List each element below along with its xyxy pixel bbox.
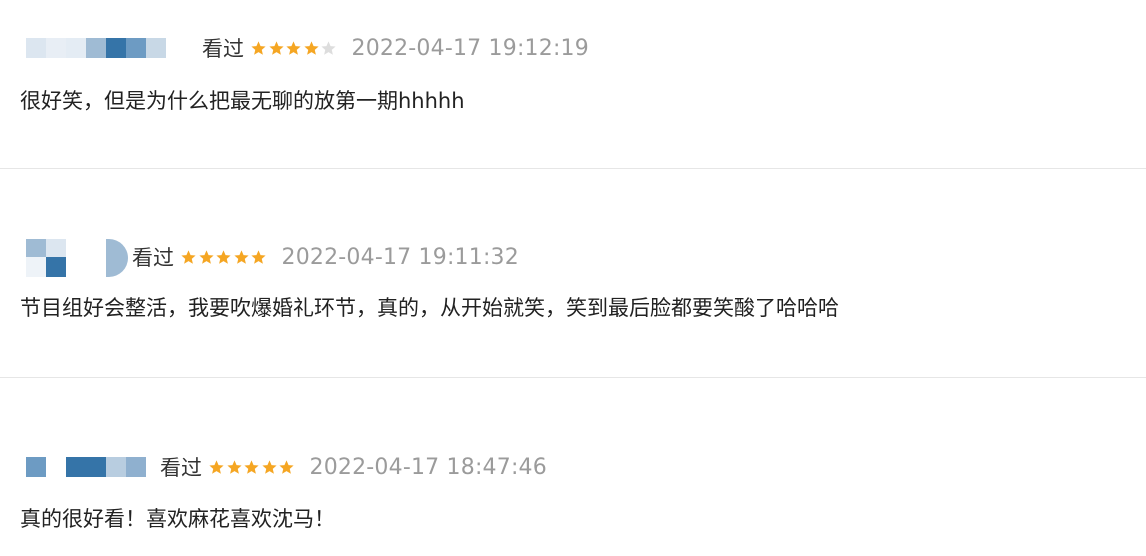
star-icon	[303, 40, 321, 57]
star-icon	[268, 40, 286, 57]
blurred-username[interactable]	[26, 239, 132, 277]
star-icon	[250, 249, 268, 266]
star-icon	[215, 249, 233, 266]
star-icon	[208, 459, 226, 476]
star-icon	[285, 40, 303, 57]
star-icon	[198, 249, 216, 266]
review-text: 很好笑，但是为什么把最无聊的放第一期hhhhh	[20, 89, 465, 113]
star-icon	[226, 459, 244, 476]
review-meta: 看过 2022-04-17 19:11:32	[26, 239, 519, 277]
watched-status: 看过	[202, 37, 244, 61]
blurred-username[interactable]	[26, 449, 160, 485]
star-icon	[180, 249, 198, 266]
divider	[0, 377, 1146, 378]
rating-stars	[208, 459, 296, 476]
star-icon	[320, 40, 338, 57]
blurred-username[interactable]	[26, 30, 202, 66]
rating-stars	[180, 249, 268, 266]
review-timestamp: 2022-04-17 19:12:19	[351, 35, 589, 61]
star-icon	[243, 459, 261, 476]
watched-status: 看过	[160, 456, 202, 480]
review-timestamp: 2022-04-17 18:47:46	[309, 454, 547, 480]
divider	[0, 168, 1146, 169]
star-icon	[261, 459, 279, 476]
review-text: 节目组好会整活，我要吹爆婚礼环节，真的，从开始就笑，笑到最后脸都要笑酸了哈哈哈	[20, 296, 839, 320]
star-icon	[250, 40, 268, 57]
rating-stars	[250, 40, 338, 57]
review-list: 看过 2022-04-17 19:12:19 很好笑，但是为什么把最无聊的放第一…	[0, 0, 1146, 556]
review-timestamp: 2022-04-17 19:11:32	[281, 244, 519, 270]
star-icon	[233, 249, 251, 266]
star-icon	[278, 459, 296, 476]
review-meta: 看过 2022-04-17 19:12:19	[26, 30, 589, 66]
watched-status: 看过	[132, 246, 174, 270]
review-text: 真的很好看！喜欢麻花喜欢沈马！	[20, 507, 335, 531]
review-meta: 看过 2022-04-17 18:47:46	[26, 449, 547, 485]
